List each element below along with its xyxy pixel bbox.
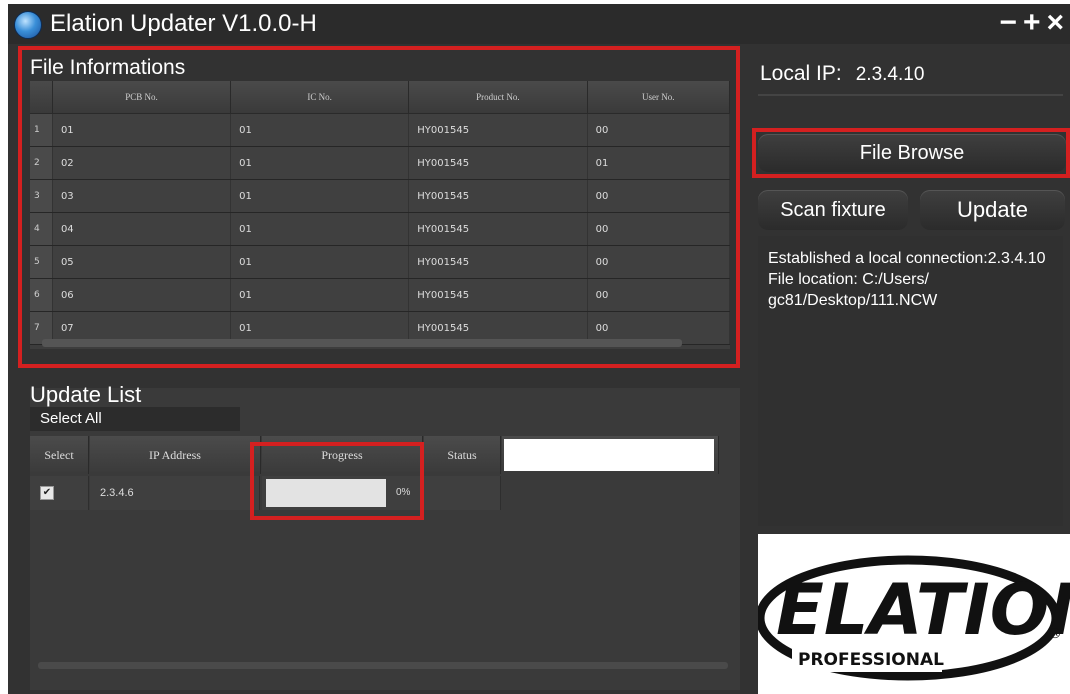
column-header-user[interactable]: User No. <box>587 81 731 114</box>
column-header-pcb[interactable]: PCB No. <box>52 81 232 114</box>
ic-cell: 01 <box>230 245 410 279</box>
elation-logo: ELATION PROFESSIONAL ® <box>755 534 1070 694</box>
pcb-cell: 02 <box>52 146 232 180</box>
row-number: 4 <box>30 212 53 246</box>
window-title: Elation Updater V1.0.0-H <box>50 10 317 37</box>
header-field <box>504 439 714 471</box>
user-cell: 00 <box>587 245 731 279</box>
progress-cell: 0% <box>262 476 423 510</box>
status-cell <box>424 476 501 510</box>
product-cell: HY001545 <box>408 212 588 246</box>
local-ip-label: Local IP: <box>760 62 842 85</box>
logo-brand: ELATION <box>776 569 1070 651</box>
user-cell: 01 <box>587 146 731 180</box>
progress-text: 0% <box>396 487 411 498</box>
user-cell: 00 <box>587 212 731 246</box>
table-row[interactable]: 6 06 01 HY001545 00 <box>30 278 731 312</box>
elation-logo-graphic: ELATION PROFESSIONAL ® <box>755 555 1070 681</box>
row-number: 5 <box>30 245 53 279</box>
table-row[interactable]: 1 01 01 HY001545 00 <box>30 113 731 147</box>
title-bar: Elation Updater V1.0.0-H −+× <box>8 4 1070 44</box>
minimize-icon[interactable]: − <box>999 6 1023 40</box>
column-header-extra <box>502 436 719 474</box>
progress-bar <box>266 479 386 507</box>
product-cell: HY001545 <box>408 278 588 312</box>
table-row[interactable]: 4 04 01 HY001545 00 <box>30 212 731 246</box>
maximize-icon[interactable]: + <box>1023 6 1047 40</box>
status-message: Established a local connection:2.3.4.10 … <box>768 250 1046 309</box>
pcb-cell: 06 <box>52 278 232 312</box>
window-controls: −+× <box>999 6 1070 40</box>
table-row[interactable]: 5 05 01 HY001545 00 <box>30 245 731 279</box>
row-checkbox[interactable]: ✔ <box>40 486 54 500</box>
local-ip: Local IP: 2.3.4.10 <box>760 62 924 86</box>
local-ip-value: 2.3.4.10 <box>855 64 925 85</box>
update-button[interactable]: Update <box>920 190 1065 230</box>
column-header-status[interactable]: Status <box>424 436 501 474</box>
update-list-scrollbar[interactable] <box>38 662 728 669</box>
file-info-table: PCB No. IC No. Product No. User No. 1 01 0… <box>30 81 731 349</box>
table-row[interactable]: 3 03 01 HY001545 00 <box>30 179 731 213</box>
row-number: 3 <box>30 179 53 213</box>
row-number-header <box>30 81 53 114</box>
row-number: 2 <box>30 146 53 180</box>
logo-sub: PROFESSIONAL <box>798 650 944 670</box>
product-cell: HY001545 <box>408 113 588 147</box>
ic-cell: 01 <box>230 179 410 213</box>
app-icon <box>14 11 42 39</box>
row-number: 6 <box>30 278 53 312</box>
pcb-cell: 01 <box>52 113 232 147</box>
column-header-ic[interactable]: IC No. <box>230 81 410 114</box>
user-cell: 00 <box>587 278 731 312</box>
ic-cell: 01 <box>230 278 410 312</box>
select-all-button[interactable]: Select All <box>30 407 240 431</box>
ic-cell: 01 <box>230 146 410 180</box>
user-cell: 00 <box>587 113 731 147</box>
app-window: Elation Updater V1.0.0-H −+× File Inform… <box>8 4 1070 694</box>
table-row[interactable]: 2 02 01 HY001545 01 <box>30 146 731 180</box>
product-cell: HY001545 <box>408 179 588 213</box>
row-number: 1 <box>30 113 53 147</box>
ic-cell: 01 <box>230 212 410 246</box>
scan-fixture-button[interactable]: Scan fixture <box>758 190 908 230</box>
update-list-title: Update List <box>30 382 142 407</box>
divider <box>758 94 1063 96</box>
pcb-cell: 03 <box>52 179 232 213</box>
ip-cell: 2.3.4.6 <box>90 476 260 510</box>
file-browse-button[interactable]: File Browse <box>758 134 1066 172</box>
pcb-cell: 04 <box>52 212 232 246</box>
user-cell: 00 <box>587 179 731 213</box>
select-cell: ✔ <box>30 476 89 510</box>
column-header-product[interactable]: Product No. <box>408 81 588 114</box>
file-info-title: File Informations <box>30 56 186 79</box>
product-cell: HY001545 <box>408 245 588 279</box>
close-icon[interactable]: × <box>1046 6 1070 40</box>
column-header-ip[interactable]: IP Address <box>90 436 261 474</box>
column-header-progress[interactable]: Progress <box>262 436 423 474</box>
ic-cell: 01 <box>230 113 410 147</box>
pcb-cell: 05 <box>52 245 232 279</box>
message-panel: Established a local connection:2.3.4.10 … <box>758 236 1063 526</box>
table-horizontal-scrollbar[interactable] <box>42 339 682 347</box>
column-header-select[interactable]: Select <box>30 436 89 474</box>
product-cell: HY001545 <box>408 146 588 180</box>
update-list-panel <box>30 388 740 690</box>
registered-mark: ® <box>1048 626 1062 642</box>
